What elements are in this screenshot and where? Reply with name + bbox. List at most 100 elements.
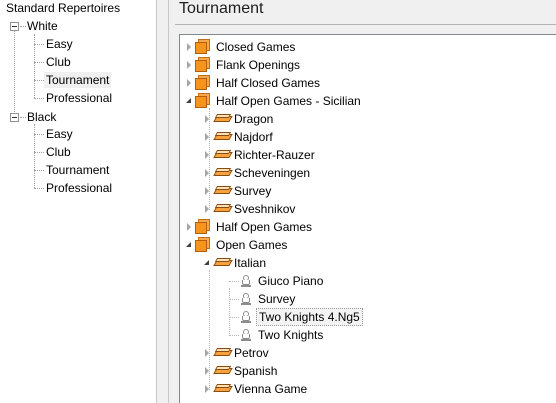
tree-connector [229,317,239,318]
expand-arrow-icon[interactable] [205,133,209,141]
tree-row-label: Vienna Game [234,382,308,396]
book-icon [213,184,233,196]
tree-connector [34,80,44,81]
tree-row[interactable]: Half Open Games - Sicilian [180,92,550,110]
collapse-arrow-icon[interactable] [186,242,191,247]
tree-connector [34,170,44,171]
pawn-icon [240,310,252,324]
tree-row[interactable]: Survey [180,290,550,308]
tree-row[interactable]: Richter-Rauzer [180,146,550,164]
expand-arrow-icon[interactable] [205,115,209,123]
expand-arrow-icon[interactable] [187,79,191,87]
folder-icon [195,218,211,234]
folder-icon [195,56,211,72]
tree-row[interactable]: Flank Openings [180,56,550,74]
tree-item-black-professional[interactable]: Professional [44,180,114,196]
pawn-icon [240,274,252,288]
book-icon [213,346,233,358]
tree-group-black[interactable]: Black [25,109,58,125]
tree-row[interactable]: Dragon [180,110,550,128]
expand-arrow-icon[interactable] [205,205,209,213]
tree-connector [34,134,44,135]
tree-row[interactable]: Half Open Games [180,218,550,236]
tree-row-label: Petrov [234,346,269,360]
pawn-icon [240,328,252,342]
book-icon [213,148,233,160]
tree-row[interactable]: Najdorf [180,128,550,146]
tree-row[interactable]: Sveshnikov [180,200,550,218]
tree-row-label: Italian [234,256,267,270]
book-icon [213,166,233,178]
tree-row[interactable]: Giuco Piano [180,272,550,290]
book-icon [213,256,233,268]
tree-group-white[interactable]: White [25,18,60,34]
tree-row-label: Richter-Rauzer [234,148,315,162]
tree-item-black-tournament[interactable]: Tournament [44,162,111,178]
tree-row-label: Giuco Piano [258,274,324,288]
tree-row[interactable]: Italian [180,254,550,272]
tree-row[interactable]: Spanish [180,362,550,380]
pawn-icon [240,292,252,306]
tree-row-label: Closed Games [216,40,296,54]
tree-item-white-tournament[interactable]: Tournament [44,72,112,88]
collapse-black-toggle[interactable] [10,113,19,122]
tree-row[interactable]: Two Knights 4.Ng5 [180,308,550,326]
tree-item-black-easy[interactable]: Easy [44,126,75,142]
tree-row-label: Open Games [216,238,288,252]
tree-row[interactable]: Half Closed Games [180,74,550,92]
pane-splitter[interactable] [156,0,169,403]
expand-arrow-icon[interactable] [205,367,209,375]
expand-arrow-icon[interactable] [187,61,191,69]
book-icon [213,364,233,376]
collapse-arrow-icon[interactable] [186,98,191,103]
tree-row-label: Half Closed Games [216,76,321,90]
expand-arrow-icon[interactable] [205,187,209,195]
folder-icon [195,74,211,90]
tree-row[interactable]: Survey [180,182,550,200]
tree-connector [34,62,44,63]
tree-item-white-professional[interactable]: Professional [44,90,114,106]
tree-item-white-easy[interactable]: Easy [44,36,75,52]
tree-row[interactable]: Open Games [180,236,550,254]
tree-row[interactable]: Two Knights [180,326,550,344]
book-icon [213,382,233,394]
expand-arrow-icon[interactable] [205,169,209,177]
tree-row-label: Flank Openings [216,58,301,72]
tree-row-label: Two Knights [258,328,324,342]
tree-row-label: Half Open Games [216,220,313,234]
tree-connector [229,281,239,282]
collapse-white-toggle[interactable] [10,22,19,31]
tree-connector [229,299,239,300]
folder-icon [195,236,211,252]
expand-arrow-icon[interactable] [205,385,209,393]
book-icon [213,112,233,124]
tree-row-label: Scheveningen [234,166,311,180]
tree-row-label: Survey [258,292,296,306]
tree-connector [34,44,44,45]
expand-arrow-icon[interactable] [187,43,191,51]
folder-icon [195,92,211,108]
page-title: Tournament [179,0,264,17]
expand-arrow-icon[interactable] [205,151,209,159]
tree-connector [229,335,239,336]
tree-row[interactable]: Vienna Game [180,380,550,398]
repertoire-tree: Standard Repertoires White Easy Club Tou… [0,0,156,403]
tree-row-label: Najdorf [234,130,273,144]
tree-row-label: Spanish [234,364,278,378]
tree-row[interactable]: Petrov [180,344,550,362]
book-icon [213,130,233,142]
tree-connector [34,152,44,153]
tree-row-label: Survey [234,184,272,198]
collapse-arrow-icon[interactable] [204,260,209,265]
tree-row[interactable]: Closed Games [180,38,550,56]
tree-item-black-club[interactable]: Club [44,144,73,160]
tree-item-white-club[interactable]: Club [44,54,73,70]
tree-row-label: Two Knights 4.Ng5 [256,308,363,326]
tree-row-label: Dragon [234,112,274,126]
tree-connector [34,98,44,99]
tree-row[interactable]: Scheveningen [180,164,550,182]
folder-icon [195,38,211,54]
tree-root-standard-repertoires[interactable]: Standard Repertoires [6,1,120,17]
expand-arrow-icon[interactable] [187,223,191,231]
expand-arrow-icon[interactable] [205,349,209,357]
